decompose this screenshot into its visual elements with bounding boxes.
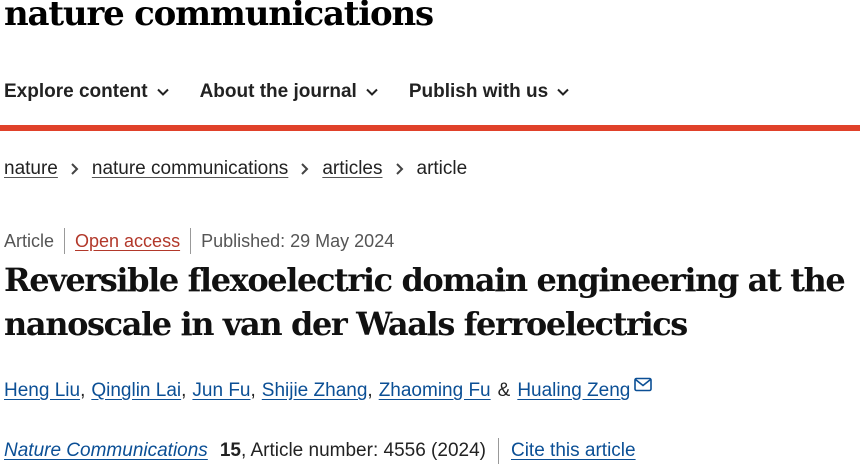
author-link[interactable]: Qinglin Lai <box>91 380 181 402</box>
article-type: Article <box>4 230 55 251</box>
breadcrumb-articles[interactable]: articles <box>322 158 382 180</box>
cite-this-article-link[interactable]: Cite this article <box>511 440 636 462</box>
author-ampersand: & <box>497 380 511 401</box>
chevron-right-icon <box>71 163 79 175</box>
author-list: Heng Liu, Qinglin Lai, Jun Fu, Shijie Zh… <box>4 377 653 402</box>
main-nav: Explore content About the journal Publis… <box>4 80 600 104</box>
nav-item-label: About the journal <box>199 81 357 102</box>
author-link[interactable]: Heng Liu <box>4 380 80 402</box>
chevron-right-icon <box>301 163 309 175</box>
breadcrumb: nature nature communications articles ar… <box>4 158 467 180</box>
citation-divider <box>497 438 499 464</box>
chevron-down-icon <box>156 88 169 96</box>
published-date: Published: 29 May 2024 <box>201 230 395 251</box>
article-number: , Article number: 4556 (2024) <box>240 440 486 461</box>
article-title-line-1: Reversible flexoelectric domain engineer… <box>4 261 846 299</box>
article-title: Reversible flexoelectric domain engineer… <box>4 258 860 346</box>
author-link[interactable]: Zhaoming Fu <box>379 380 491 402</box>
accent-divider <box>0 125 860 131</box>
nav-item-label: Explore content <box>4 81 148 102</box>
volume-number: 15 <box>219 440 241 461</box>
open-access-link[interactable]: Open access <box>75 231 180 252</box>
article-meta: Article Open access Published: 29 May 20… <box>4 228 394 254</box>
citation-line: Nature Communications 15 , Article numbe… <box>4 438 636 464</box>
author-link[interactable]: Shijie Zhang <box>262 380 368 402</box>
nav-about-journal[interactable]: About the journal <box>200 81 379 103</box>
meta-divider <box>190 228 192 254</box>
nav-item-label: Publish with us <box>408 81 549 102</box>
nav-publish-with-us[interactable]: Publish with us <box>409 81 570 103</box>
nav-explore-content[interactable]: Explore content <box>4 81 170 103</box>
mail-icon[interactable] <box>634 377 653 393</box>
chevron-right-icon <box>395 163 403 175</box>
breadcrumb-nature[interactable]: nature <box>4 158 58 180</box>
journal-link[interactable]: Nature Communications <box>4 440 208 462</box>
chevron-down-icon <box>366 88 378 96</box>
author-link[interactable]: Jun Fu <box>192 380 250 402</box>
author-link-corresponding[interactable]: Hualing Zeng <box>517 380 630 402</box>
breadcrumb-nature-communications[interactable]: nature communications <box>92 158 288 180</box>
site-logo[interactable]: nature communications <box>4 0 434 34</box>
article-title-line-2: nanoscale in van der Waals ferroelectric… <box>4 305 688 343</box>
breadcrumb-current: article <box>416 158 468 179</box>
meta-divider <box>64 228 66 254</box>
chevron-down-icon <box>557 88 569 96</box>
